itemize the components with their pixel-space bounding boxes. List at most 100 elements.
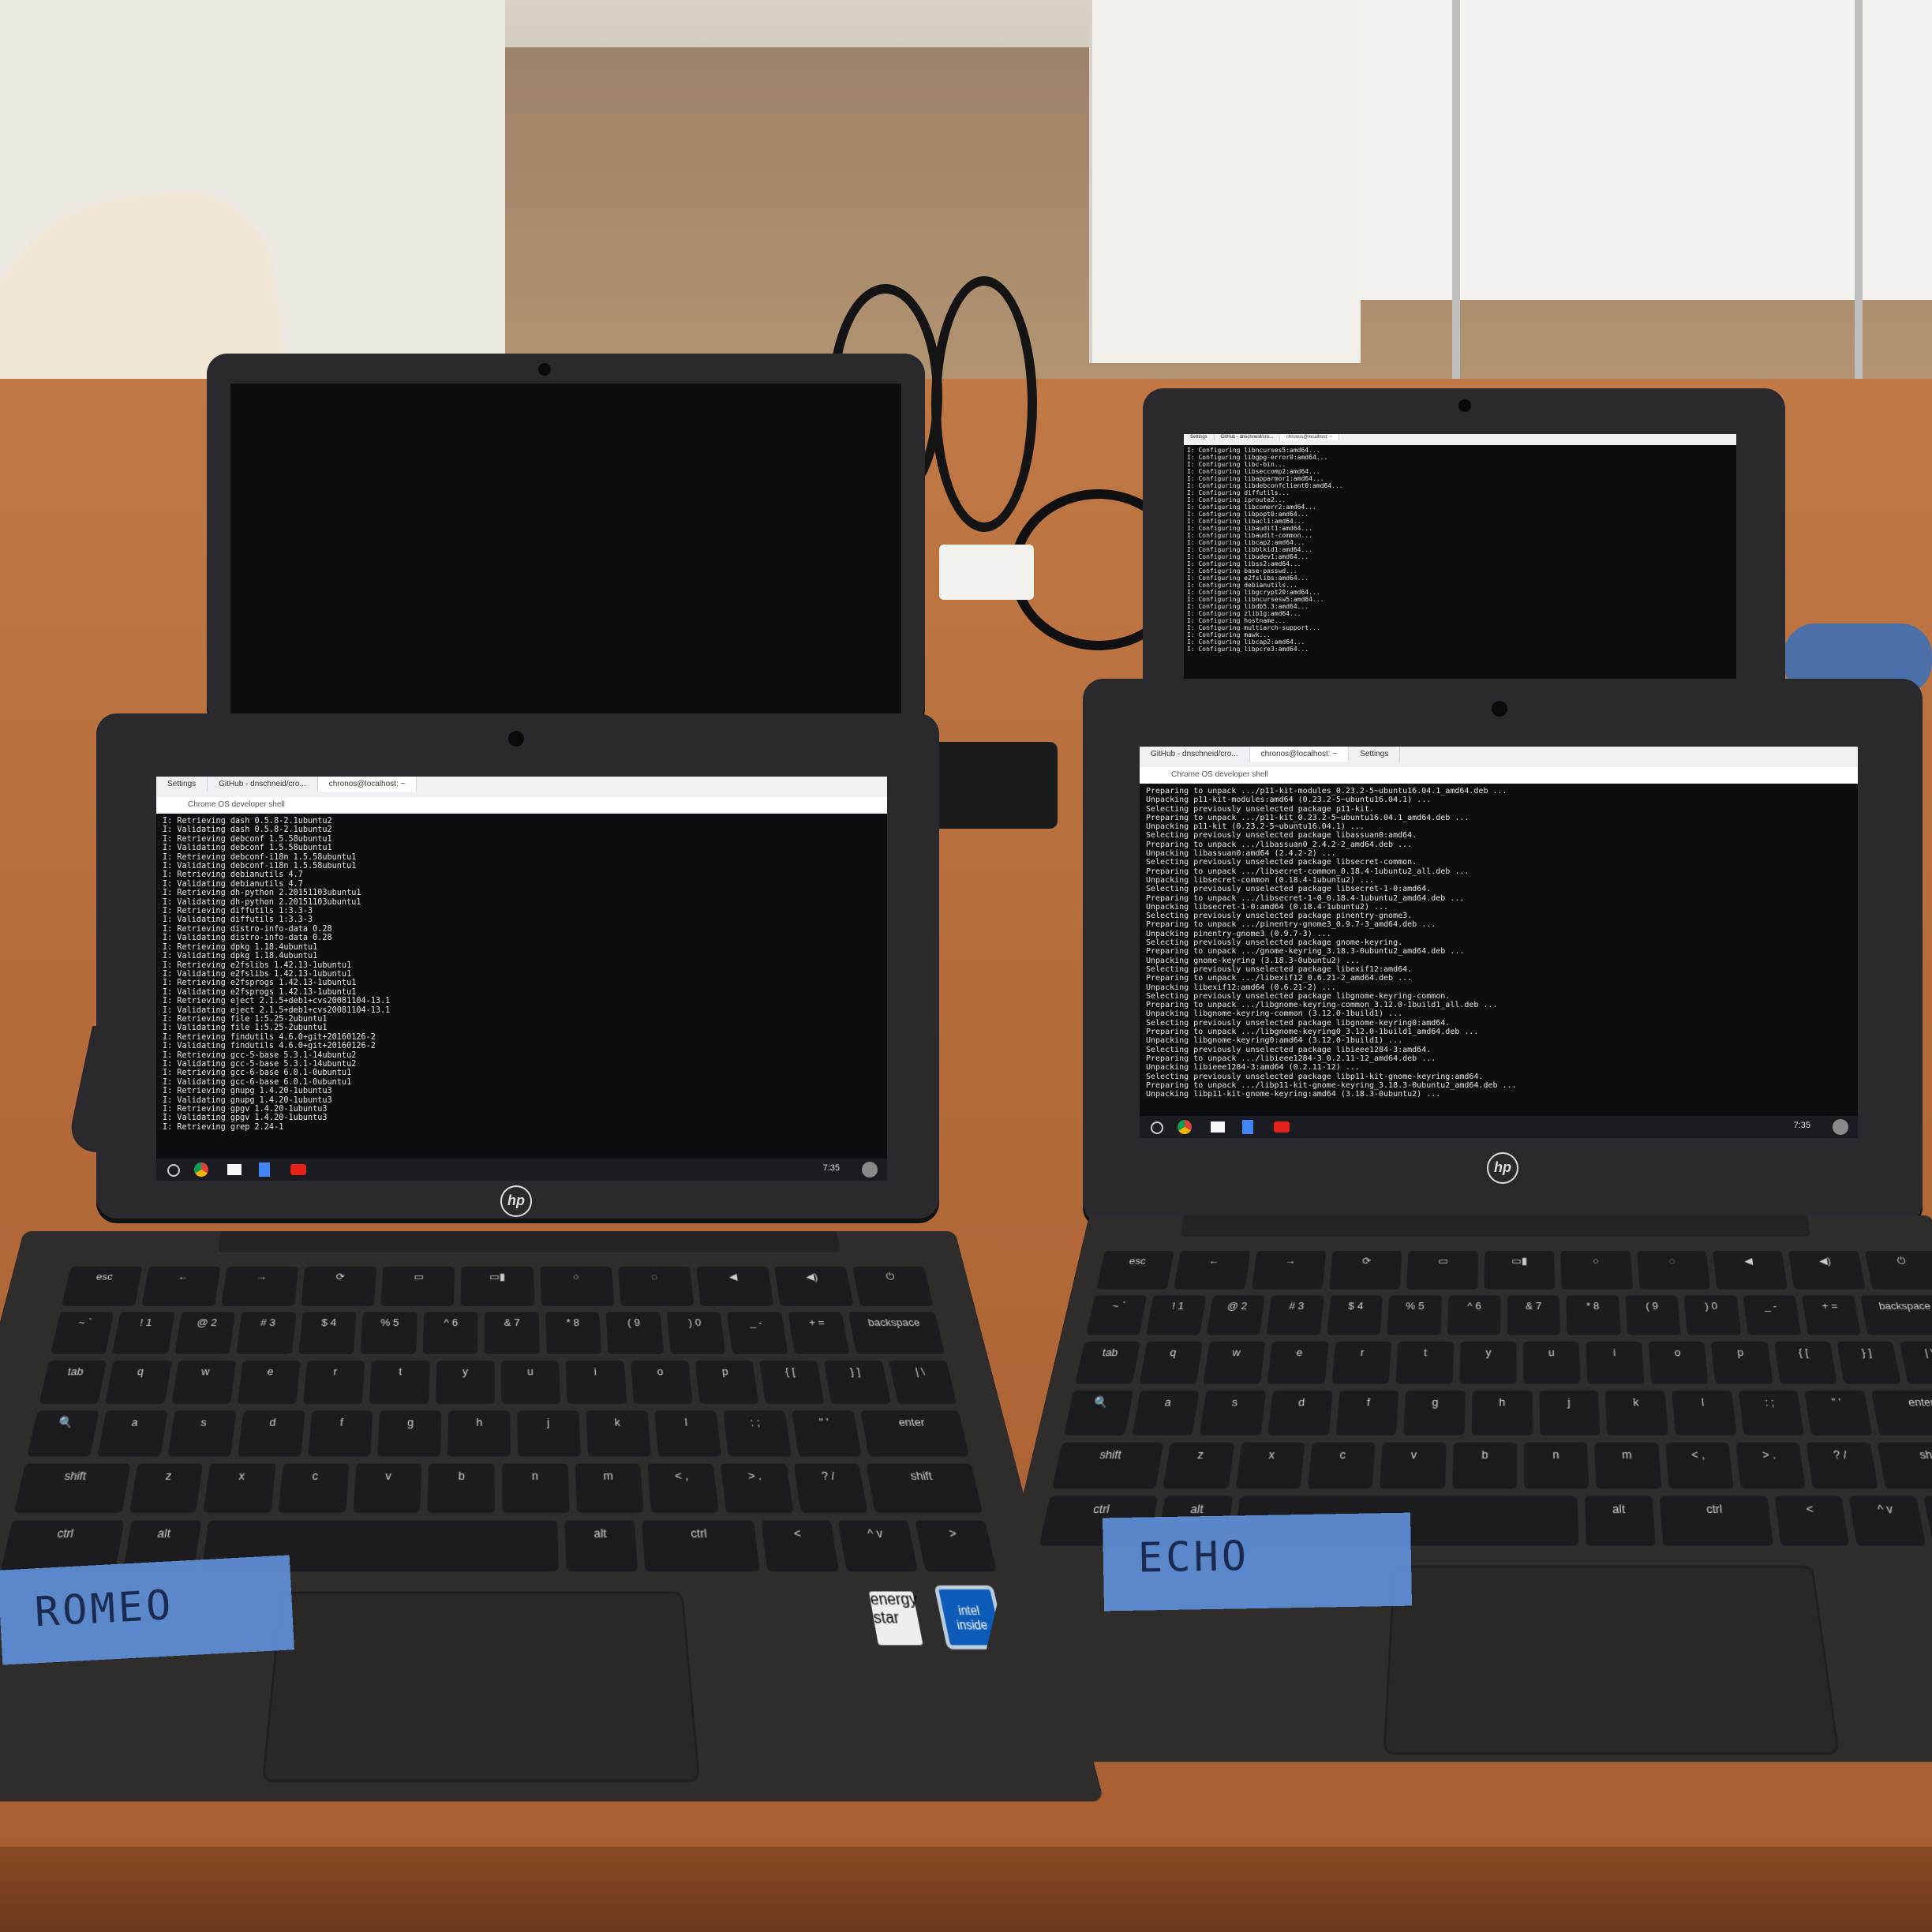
key[interactable]: | \	[1899, 1342, 1932, 1384]
tab-github[interactable]: GitHub - dnschneid/cro...	[1140, 747, 1250, 762]
key[interactable]: u	[500, 1360, 561, 1404]
key[interactable]: ←	[141, 1267, 221, 1307]
key[interactable]: $ 4	[298, 1312, 358, 1354]
docs-icon[interactable]	[1242, 1120, 1253, 1134]
key[interactable]: " '	[1804, 1391, 1873, 1436]
key[interactable]: esc	[62, 1267, 143, 1307]
key[interactable]: # 3	[1266, 1295, 1324, 1336]
key[interactable]: p	[695, 1360, 759, 1404]
youtube-icon[interactable]	[1274, 1121, 1290, 1133]
tab-terminal[interactable]: chronos@localhost: ~	[1280, 434, 1340, 440]
key[interactable]: : ;	[722, 1410, 792, 1457]
key[interactable]: c	[1307, 1442, 1376, 1489]
key[interactable]: x	[1235, 1442, 1305, 1489]
key[interactable]: l	[654, 1410, 721, 1457]
key[interactable]: z	[129, 1463, 204, 1513]
key[interactable]: →	[1251, 1251, 1327, 1290]
key[interactable]: { [	[759, 1360, 825, 1404]
key[interactable]: @ 2	[1206, 1295, 1265, 1336]
key[interactable]: < ,	[1664, 1442, 1734, 1489]
key[interactable]: <	[1774, 1496, 1850, 1546]
key[interactable]: r	[1331, 1342, 1391, 1384]
clock[interactable]: 7:35	[1794, 1121, 1810, 1130]
key[interactable]: + =	[1801, 1295, 1862, 1336]
key[interactable]: ! 1	[112, 1312, 175, 1354]
key[interactable]: { [	[1773, 1342, 1837, 1384]
key[interactable]: j	[1538, 1391, 1601, 1436]
key[interactable]: d	[1267, 1391, 1333, 1436]
key[interactable]: + =	[788, 1312, 850, 1354]
key[interactable]: * 8	[545, 1312, 602, 1354]
gmail-icon[interactable]	[227, 1164, 242, 1175]
key[interactable]: ( 9	[605, 1312, 665, 1354]
clock[interactable]: 7:35	[823, 1163, 840, 1173]
key[interactable]: ▭▮	[461, 1267, 534, 1307]
key[interactable]: o	[630, 1360, 693, 1404]
key[interactable]: alt	[1584, 1496, 1656, 1546]
key[interactable]: ⏻	[1864, 1251, 1932, 1290]
key[interactable]: y	[435, 1360, 495, 1404]
key[interactable]: ⟳	[301, 1267, 377, 1307]
key[interactable]: f	[307, 1410, 373, 1457]
key[interactable]: # 3	[236, 1312, 297, 1354]
key[interactable]: ○	[539, 1267, 615, 1307]
key[interactable]: ctrl	[1659, 1496, 1773, 1546]
key[interactable]: n	[1523, 1442, 1589, 1489]
key[interactable]: u	[1523, 1342, 1581, 1384]
key[interactable]: * 8	[1566, 1295, 1621, 1336]
key[interactable]: } ]	[824, 1360, 891, 1404]
key[interactable]: q	[105, 1360, 172, 1404]
key[interactable]: ^ 6	[1447, 1295, 1501, 1336]
key[interactable]: > .	[720, 1463, 794, 1513]
key[interactable]: _ -	[1743, 1295, 1802, 1336]
key[interactable]: y	[1459, 1342, 1517, 1384]
key[interactable]: } ]	[1837, 1342, 1901, 1384]
key[interactable]: ◀)	[773, 1267, 854, 1307]
key[interactable]: ◀	[695, 1267, 774, 1307]
key[interactable]: enter	[859, 1410, 970, 1457]
key[interactable]: ( 9	[1625, 1295, 1681, 1336]
key[interactable]: tab	[1075, 1342, 1141, 1384]
key[interactable]: ◀	[1712, 1251, 1788, 1290]
key[interactable]: g	[1403, 1391, 1466, 1436]
key[interactable]: 🔍	[27, 1410, 99, 1457]
key[interactable]: v	[1380, 1442, 1447, 1489]
key[interactable]: enter	[1871, 1391, 1932, 1436]
key[interactable]: ▭▮	[1484, 1251, 1556, 1290]
key[interactable]: p	[1711, 1342, 1773, 1384]
key[interactable]: % 5	[1387, 1295, 1442, 1336]
key[interactable]: ◌	[617, 1267, 695, 1307]
gmail-icon[interactable]	[1211, 1121, 1225, 1133]
key[interactable]: b	[1451, 1442, 1518, 1489]
key[interactable]: ◀)	[1788, 1251, 1866, 1290]
key[interactable]: ←	[1174, 1251, 1251, 1290]
key[interactable]: | \	[888, 1360, 957, 1404]
tab-terminal[interactable]: chronos@localhost: ~	[317, 777, 417, 792]
tab-settings[interactable]: Settings	[156, 777, 208, 792]
key[interactable]: h	[1471, 1391, 1533, 1436]
launcher-icon[interactable]	[167, 1164, 180, 1177]
key[interactable]: c	[278, 1463, 350, 1513]
key[interactable]: > .	[1735, 1442, 1807, 1489]
key[interactable]: ▭	[380, 1267, 455, 1307]
docs-icon[interactable]	[259, 1163, 270, 1177]
key[interactable]: j	[517, 1410, 582, 1457]
key[interactable]: & 7	[485, 1312, 540, 1354]
key[interactable]: ) 0	[1683, 1295, 1742, 1336]
key[interactable]: ^ v	[1848, 1496, 1926, 1546]
key[interactable]: z	[1163, 1442, 1235, 1489]
key[interactable]: l	[1672, 1391, 1737, 1436]
key[interactable]: shift	[1051, 1442, 1164, 1489]
tab-terminal[interactable]: chronos@localhost: ~	[1249, 747, 1350, 762]
tab-github[interactable]: GitHub - dnschneid/cro...	[208, 777, 318, 792]
key[interactable]: x	[204, 1463, 276, 1513]
key[interactable]: ! 1	[1146, 1295, 1207, 1336]
key[interactable]: & 7	[1507, 1295, 1561, 1336]
key[interactable]: >	[1923, 1496, 1932, 1546]
key[interactable]: alt	[564, 1519, 638, 1572]
key[interactable]: ctrl	[642, 1519, 760, 1572]
key[interactable]: g	[377, 1410, 442, 1457]
key[interactable]: q	[1139, 1342, 1204, 1384]
address-bar[interactable]: Chrome OS developer shell	[156, 797, 887, 814]
key[interactable]: $ 4	[1326, 1295, 1383, 1336]
